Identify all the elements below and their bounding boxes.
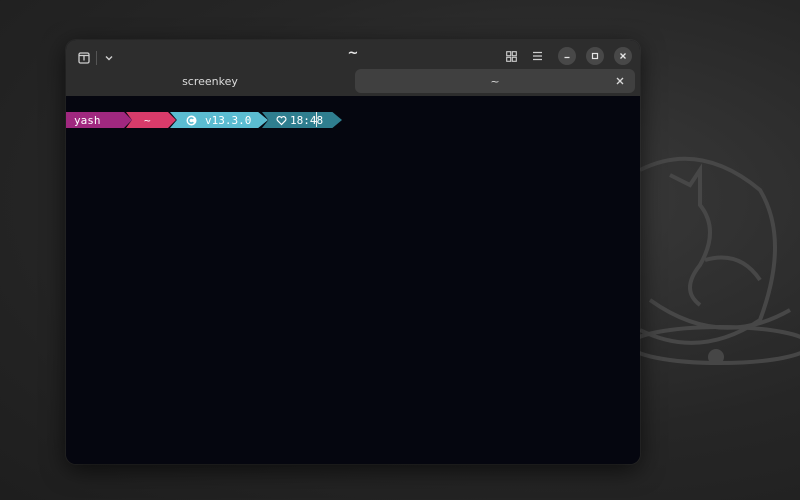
tab-label: screenkey: [182, 74, 238, 88]
text-cursor: [316, 112, 317, 127]
prompt-node-segment: v13.3.0: [170, 112, 268, 128]
tab-close-button[interactable]: [613, 74, 627, 88]
heart-icon: [276, 115, 287, 126]
shell-prompt: yash ~ v13.3.0 18:48: [66, 112, 342, 128]
maximize-icon: [591, 52, 599, 60]
close-icon: [620, 53, 626, 59]
wallpaper-logo: [628, 156, 800, 365]
prompt-time: 18:48: [290, 113, 324, 127]
overview-button[interactable]: [500, 45, 522, 67]
minimize-icon: [564, 56, 570, 59]
prompt-time-segment: 18:48: [262, 112, 342, 128]
grid-icon: [505, 50, 517, 62]
tab-screenkey[interactable]: screenkey: [66, 69, 354, 93]
tab-label: ~: [490, 74, 500, 88]
title-bar-right: [500, 45, 632, 67]
prompt-dir-segment: ~: [126, 112, 176, 128]
prompt-user-segment: yash: [66, 112, 132, 128]
prompt-user: yash: [74, 113, 101, 127]
maximize-button[interactable]: [586, 47, 604, 65]
main-menu-button[interactable]: [526, 45, 548, 67]
title-bar: ~ screenkey ~: [66, 40, 640, 96]
hamburger-menu-icon: [532, 51, 542, 61]
prompt-dir: ~: [144, 113, 151, 127]
terminal-window: ~ screenkey ~ yash ~ v13.3.0 18:48: [66, 40, 640, 464]
prompt-node-version: v13.3.0: [205, 113, 252, 127]
tab-bar: screenkey ~: [66, 69, 640, 96]
node-icon: [186, 115, 197, 126]
terminal-area[interactable]: yash ~ v13.3.0 18:48: [66, 96, 640, 464]
close-window-button[interactable]: [614, 47, 632, 65]
close-icon: [616, 77, 624, 85]
minimize-button[interactable]: [558, 47, 576, 65]
tab-home[interactable]: ~: [355, 69, 635, 93]
